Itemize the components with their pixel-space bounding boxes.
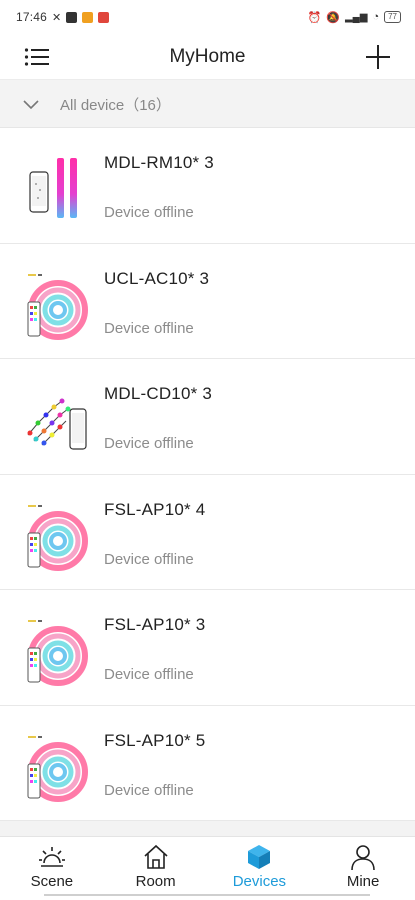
device-name: FSL-AP10* 5: [104, 730, 206, 750]
status-bar: 17:46 ✕ ⏰ 🔕 ▂▄▆ ◔ 77: [0, 0, 415, 34]
tools-notification-icon: ✕: [52, 11, 62, 24]
device-status: Device offline: [104, 204, 194, 221]
tab-label: Devices: [232, 873, 287, 890]
device-group-toggle[interactable]: All device（16）: [0, 82, 415, 128]
device-image: [24, 379, 88, 459]
device-item[interactable]: MDL-RM10* 3 Device offline: [0, 128, 415, 244]
gesture-bar: [44, 894, 370, 896]
status-time: 17:46: [16, 10, 48, 24]
device-name: FSL-AP10* 3: [104, 615, 206, 634]
device-image: [24, 610, 88, 690]
device-status: Device offline: [104, 319, 194, 337]
device-item[interactable]: FSL-AP10* 5 Device offline: [0, 705, 415, 821]
tab-label: Mine: [346, 873, 380, 890]
device-item[interactable]: FSL-AP10* 3 Device offline: [0, 590, 415, 706]
signal-icon: ▂▄▆: [344, 11, 368, 23]
tab-label: Room: [135, 873, 176, 890]
device-item[interactable]: UCL-AC10* 3 Device offline: [0, 243, 415, 359]
app-notification-icon: [66, 11, 78, 23]
upload-notification-icon: [82, 11, 94, 23]
alarm-icon: ⏰: [307, 11, 322, 24]
mute-icon: 🔕: [326, 11, 340, 24]
person-icon: [351, 845, 375, 871]
cube-icon: [248, 845, 271, 869]
group-label: All device（16）: [60, 97, 171, 114]
chevron-down-icon: [23, 99, 39, 109]
house-icon: [144, 844, 168, 869]
list-menu-icon: [24, 47, 49, 66]
sun-icon: [38, 847, 65, 867]
device-item[interactable]: FSL-AP10* 4 Device offline: [0, 474, 415, 590]
device-status: Device offline: [104, 781, 194, 799]
tab-label: Scene: [30, 873, 74, 890]
device-status: Device offline: [104, 550, 194, 568]
bottom-tab-bar: Scene Room Devices Mine: [0, 836, 415, 900]
device-image: [24, 264, 88, 344]
device-image: [24, 726, 88, 806]
tab-mine[interactable]: Mine: [311, 837, 415, 900]
wifi-icon: ◔: [372, 11, 380, 23]
device-image: [24, 495, 88, 575]
page-title: MyHome: [169, 45, 246, 67]
menu-button[interactable]: [22, 42, 52, 72]
tab-devices[interactable]: Devices: [208, 837, 312, 900]
device-status: Device offline: [104, 435, 194, 452]
plus-icon: [366, 44, 390, 69]
device-name: FSL-AP10* 4: [104, 499, 206, 519]
device-name: UCL-AC10* 3: [104, 268, 210, 288]
app-header: MyHome: [0, 34, 415, 80]
add-device-button[interactable]: [363, 42, 393, 72]
device-status: Device offline: [104, 666, 194, 683]
photo-notification-icon: [98, 11, 110, 23]
device-list: MDL-RM10* 3 Device offline UCL-AC10* 3 D…: [0, 128, 415, 821]
device-name: MDL-RM10* 3: [104, 153, 214, 172]
device-item[interactable]: MDL-CD10* 3 Device offline: [0, 359, 415, 475]
battery-icon: 77: [384, 11, 401, 23]
device-image: [24, 148, 88, 228]
tab-scene[interactable]: Scene: [0, 837, 104, 900]
device-name: MDL-CD10* 3: [104, 384, 213, 403]
tab-room[interactable]: Room: [104, 837, 208, 900]
